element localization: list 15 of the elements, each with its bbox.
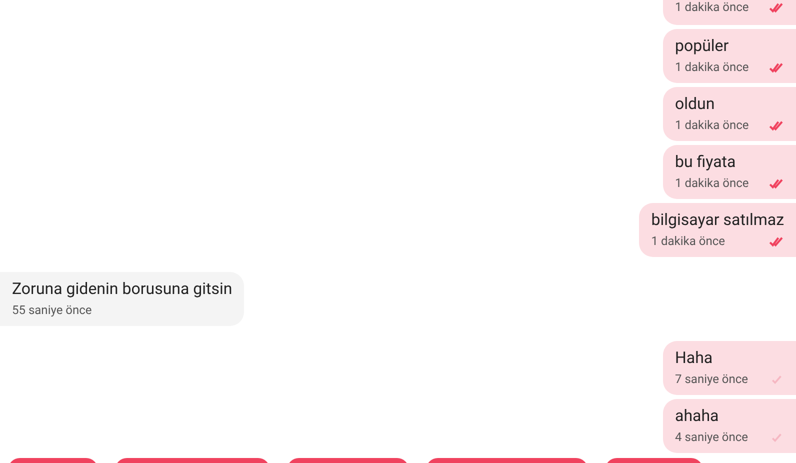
- message-time: 55 saniye önce: [12, 303, 92, 317]
- message-text: popüler: [675, 36, 730, 56]
- message-text: bu fiyata: [675, 152, 737, 172]
- message-time: 4 saniye önce: [675, 430, 748, 444]
- message-time: 1 dakika önce: [651, 234, 725, 248]
- message-text: Zoruna gidenin borusuna gitsin: [12, 279, 232, 299]
- message-text: oldun: [675, 94, 716, 114]
- message-text: bilgisayar satılmaz: [651, 210, 784, 230]
- message-time: 7 saniye önce: [675, 372, 748, 386]
- message-text: Haha: [675, 348, 714, 368]
- message-time: 1 dakika önce: [675, 60, 749, 74]
- message-time: 1 dakika önce: [675, 118, 749, 132]
- message-time: 1 dakika önce: [675, 0, 749, 14]
- message-text: ahaha: [675, 406, 720, 426]
- message-time: 1 dakika önce: [675, 176, 749, 190]
